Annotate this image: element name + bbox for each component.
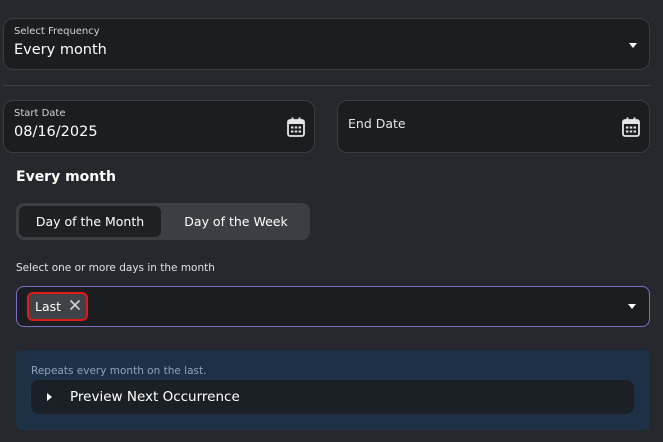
start-date-field[interactable]: Start Date 08/16/2025 (3, 100, 315, 153)
end-date-field[interactable]: End Date (337, 100, 650, 153)
chevron-down-icon[interactable] (628, 304, 636, 309)
chip-label: Last (35, 299, 62, 314)
close-icon[interactable] (69, 299, 81, 311)
start-date-label: Start Date (14, 108, 66, 119)
preview-label: Preview Next Occurrence (70, 389, 240, 405)
frequency-select[interactable]: Select Frequency Every month (3, 18, 650, 70)
days-multi-select[interactable]: Last (16, 286, 650, 327)
section-heading: Every month (16, 169, 116, 185)
chevron-down-icon[interactable] (629, 43, 637, 48)
calendar-icon[interactable] (287, 117, 305, 137)
repeat-summary: Repeats every month on the last. (31, 365, 207, 377)
end-date-label: End Date (348, 116, 406, 131)
mode-toggle: Day of the Month Day of the Week (16, 203, 310, 240)
days-select-hint: Select one or more days in the month (16, 262, 215, 274)
frequency-label: Select Frequency (14, 26, 100, 37)
preview-next-occurrence[interactable]: Preview Next Occurrence (31, 380, 634, 414)
tab-day-of-month[interactable]: Day of the Month (19, 206, 161, 237)
tab-day-of-week[interactable]: Day of the Week (165, 206, 307, 237)
divider (3, 85, 651, 86)
chip-last: Last (27, 292, 88, 321)
chevron-right-icon (47, 393, 52, 401)
calendar-icon[interactable] (622, 117, 640, 137)
summary-panel: Repeats every month on the last. Preview… (16, 350, 650, 430)
start-date-value: 08/16/2025 (14, 124, 98, 140)
frequency-value: Every month (14, 42, 107, 58)
